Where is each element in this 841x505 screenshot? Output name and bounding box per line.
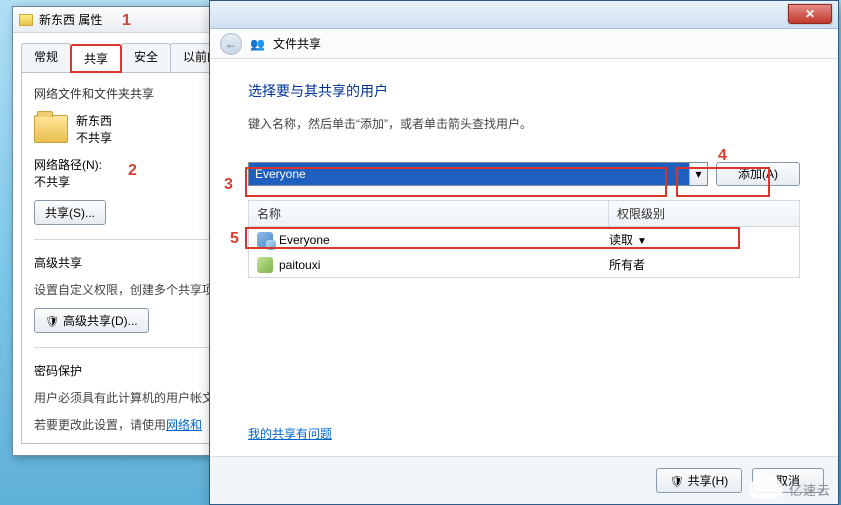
share-heading: 选择要与其共享的用户	[248, 81, 800, 101]
row-name: Everyone	[279, 233, 603, 247]
password-protect-desc2: 若要更改此设置，请使用	[34, 418, 166, 432]
permissions-list: 名称 权限级别 Everyone 读取 ▼ paitouxi 所有者	[248, 200, 800, 278]
combobox-dropdown-icon[interactable]: ▾	[689, 163, 707, 185]
watermark-text: 亿速云	[789, 480, 831, 499]
advanced-share-button[interactable]: 高级共享(D)...	[34, 308, 149, 333]
sharing-trouble-link[interactable]: 我的共享有问题	[248, 427, 332, 441]
group-icon	[257, 232, 273, 248]
col-header-name[interactable]: 名称	[249, 201, 609, 226]
list-item[interactable]: paitouxi 所有者	[249, 252, 799, 277]
properties-title: 新东西 属性	[39, 11, 102, 28]
chevron-down-icon[interactable]: ▼	[637, 236, 647, 247]
cloud-icon	[749, 479, 783, 499]
watermark: 亿速云	[749, 479, 831, 499]
user-combobox[interactable]: ▾	[248, 162, 708, 186]
user-input[interactable]	[249, 163, 689, 185]
share-crumb-icon: 👥	[250, 37, 265, 51]
row-permission[interactable]: 读取	[609, 233, 633, 247]
do-share-button[interactable]: 共享(H)	[656, 468, 742, 493]
network-settings-link[interactable]: 网络和	[166, 418, 202, 432]
tab-general[interactable]: 常规	[21, 43, 71, 72]
folder-icon	[19, 14, 33, 26]
add-button[interactable]: 添加(A)	[716, 162, 800, 186]
share-footer: 共享(H) 取消	[210, 456, 838, 504]
folder-state: 不共享	[76, 129, 112, 146]
back-arrow-icon[interactable]: ←	[220, 33, 242, 55]
tab-security[interactable]: 安全	[121, 43, 171, 72]
file-share-dialog: ✕ ← 👥 文件共享 选择要与其共享的用户 键入名称，然后单击“添加”，或者单击…	[209, 0, 839, 505]
user-icon	[257, 257, 273, 273]
share-breadcrumb: ← 👥 文件共享	[210, 29, 838, 59]
folder-large-icon	[34, 115, 68, 143]
row-name: paitouxi	[279, 258, 603, 272]
list-item[interactable]: Everyone 读取 ▼	[249, 227, 799, 252]
tab-share[interactable]: 共享	[70, 44, 122, 73]
folder-name: 新东西	[76, 112, 112, 129]
row-permission: 所有者	[609, 258, 645, 272]
window-close-button[interactable]: ✕	[788, 4, 832, 24]
share-crumb-text: 文件共享	[273, 35, 321, 52]
share-button[interactable]: 共享(S)...	[34, 200, 106, 225]
col-header-permission[interactable]: 权限级别	[609, 201, 799, 226]
share-hint: 键入名称，然后单击“添加”，或者单击箭头查找用户。	[248, 115, 800, 132]
share-titlebar: ✕	[210, 1, 838, 29]
